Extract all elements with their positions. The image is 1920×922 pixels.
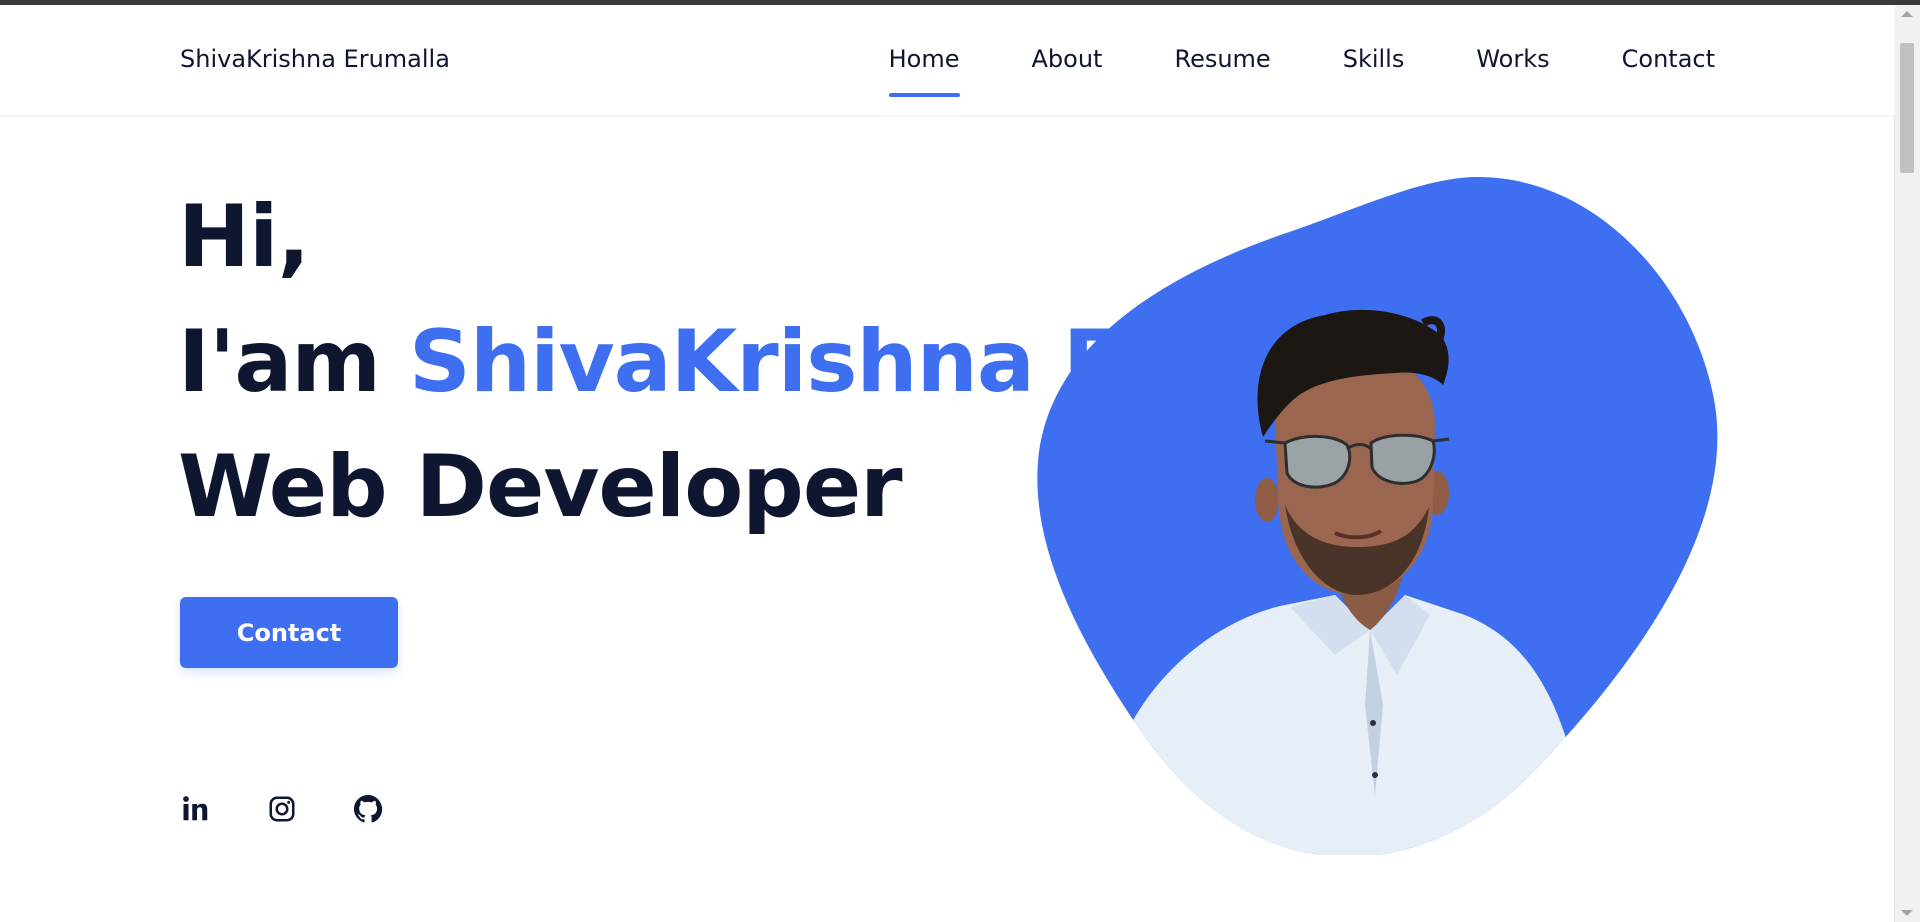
nav-item-contact[interactable]: Contact xyxy=(1622,45,1715,73)
scroll-up-arrow-icon[interactable] xyxy=(1901,11,1913,17)
vertical-scrollbar[interactable] xyxy=(1894,5,1920,922)
scroll-down-arrow-icon[interactable] xyxy=(1901,910,1913,916)
brand-name[interactable]: ShivaKrishna Erumalla xyxy=(180,45,450,73)
nav-item-skills[interactable]: Skills xyxy=(1343,45,1405,73)
nav-item-about[interactable]: About xyxy=(1032,45,1103,73)
hero-heading: Hi, I'am ShivaKrishna E Web Developer xyxy=(178,175,1122,550)
github-link[interactable] xyxy=(352,793,384,825)
linkedin-link[interactable] xyxy=(180,793,212,825)
hero-section: Hi, I'am ShivaKrishna E Web Developer Co… xyxy=(0,115,1895,922)
linkedin-icon xyxy=(183,796,208,821)
hero-image-area xyxy=(1035,175,1720,857)
social-links xyxy=(180,793,384,825)
hero-intro-prefix: I'am xyxy=(178,312,409,412)
hero-role: Web Developer xyxy=(178,437,903,537)
main-nav: Home About Resume Skills Works Contact xyxy=(817,45,1715,97)
nav-item-works[interactable]: Works xyxy=(1476,45,1549,73)
page: ShivaKrishna Erumalla Home About Resume … xyxy=(0,5,1895,922)
nav-item-home[interactable]: Home xyxy=(888,45,960,97)
scrollbar-thumb[interactable] xyxy=(1900,43,1914,173)
portrait-photo xyxy=(1037,176,1718,857)
nav-item-resume[interactable]: Resume xyxy=(1174,45,1270,73)
contact-button[interactable]: Contact xyxy=(180,597,398,668)
github-icon xyxy=(354,795,383,823)
hero-greeting: Hi, xyxy=(178,187,310,287)
instagram-link[interactable] xyxy=(266,793,298,825)
hero-name: ShivaKrishna E xyxy=(408,312,1122,412)
site-header: ShivaKrishna Erumalla Home About Resume … xyxy=(0,5,1895,115)
instagram-icon xyxy=(269,796,295,822)
